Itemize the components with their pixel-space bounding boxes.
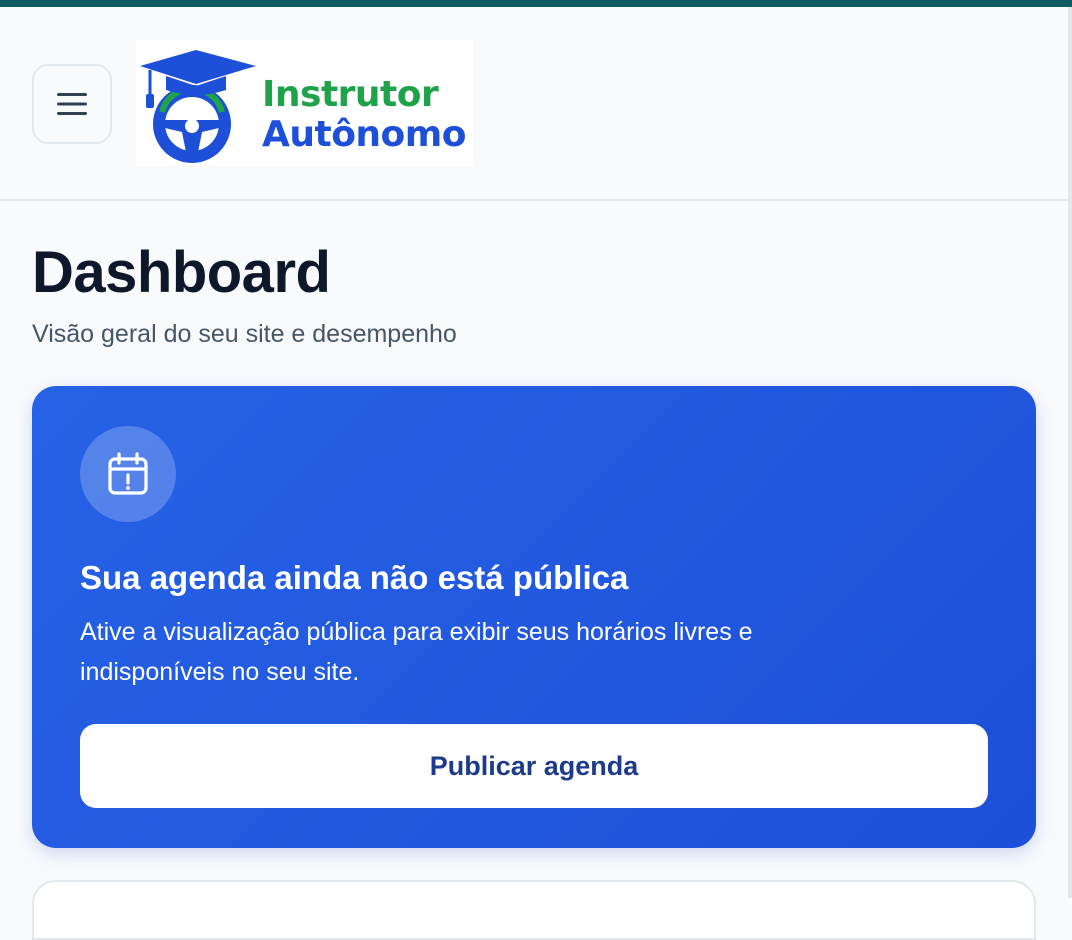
logo-text-line1: Instrutor: [262, 74, 439, 115]
menu-button[interactable]: [32, 64, 112, 144]
top-accent-strip: [0, 0, 1072, 7]
card-icon-badge: [80, 426, 176, 522]
hamburger-menu-icon: [57, 93, 87, 115]
publish-schedule-button[interactable]: Publicar agenda: [80, 724, 988, 808]
scrollbar-track: [1068, 7, 1072, 898]
logo-text-line2: Autônomo: [262, 114, 467, 155]
card-title: Sua agenda ainda não está pública: [80, 559, 629, 596]
app-header: Instrutor Autônomo: [0, 7, 1068, 201]
page-subtitle: Visão geral do seu site e desempenho: [32, 320, 457, 348]
page-title: Dashboard: [32, 240, 331, 305]
calendar-alert-icon: [108, 452, 148, 495]
next-card-peek: [32, 880, 1036, 940]
brand-logo[interactable]: Instrutor Autônomo: [136, 40, 473, 166]
card-description: Ative a visualização pública para exibir…: [80, 618, 753, 686]
graduation-cap-steering-wheel-icon: [140, 50, 256, 163]
schedule-visibility-card: Sua agenda ainda não está pública Ative …: [32, 386, 1036, 848]
